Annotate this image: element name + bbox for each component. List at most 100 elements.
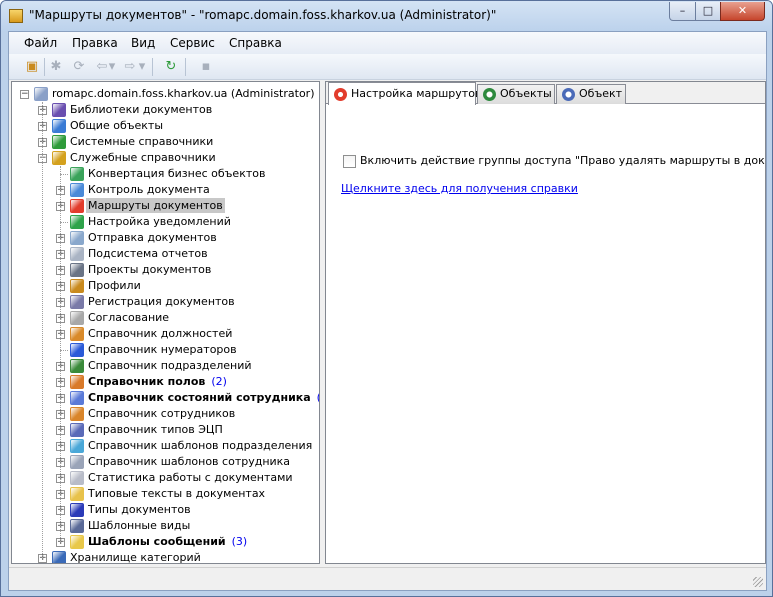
tree-item-label: Конвертация бизнес объектов [86, 166, 267, 181]
tree-item-text: Настройка уведомлений [88, 215, 231, 228]
doc-types-icon [70, 503, 84, 517]
tree-item[interactable]: + Профили [12, 278, 319, 294]
maximize-button[interactable]: □ [695, 2, 721, 21]
tree-item-text: Справочник нумераторов [88, 343, 237, 356]
objects-icon [52, 119, 66, 133]
tree-item-label: Справочник полов (2) [86, 374, 229, 389]
minimize-button[interactable]: – [669, 2, 696, 21]
save-icon[interactable]: ▪ [197, 58, 215, 76]
tree-item[interactable]: + Справочник сотрудников [12, 406, 319, 422]
dept-templates-icon [70, 439, 84, 453]
menu-edit[interactable]: Правка [72, 36, 118, 50]
tree-item[interactable]: + Библиотеки документов [12, 102, 319, 118]
tree-item[interactable]: +Справочник состояний сотрудника(3) [12, 390, 319, 406]
tree-item[interactable]: + Хранилище категорий [12, 550, 319, 563]
help-link[interactable]: Щелкните здесь для получения справки [341, 182, 578, 195]
tree-item[interactable]: + Типы документов [12, 502, 319, 518]
tree-item[interactable]: + Проекты документов [12, 262, 319, 278]
route-settings-panel: Включить действие группы доступа "Право … [326, 105, 765, 563]
toolbar: ▣ ✱ ⟳ ⇦ ▾ ⇨ ▾ ↻ ▪ [9, 54, 766, 80]
tree-item[interactable]: + Справочник полов (2) [12, 374, 319, 390]
tree-item[interactable]: + Маршруты документов [12, 198, 319, 214]
reload-icon[interactable]: ↻ [162, 58, 180, 76]
tab-objects[interactable]: Объекты [477, 84, 555, 104]
menu-help[interactable]: Справка [229, 36, 282, 50]
tree-item[interactable]: + Общие объекты [12, 118, 319, 134]
menu-service[interactable]: Сервис [170, 36, 215, 50]
tree-item-text: Справочник типов ЭЦП [88, 423, 223, 436]
tree-item[interactable]: + Справочник типов ЭЦП [12, 422, 319, 438]
collapse-toggle-icon[interactable]: − [20, 90, 29, 99]
toolbar-separator [152, 58, 153, 76]
tree-item[interactable]: + Статистика работы с документами [12, 470, 319, 486]
tree-item[interactable]: Справочник нумераторов [12, 342, 319, 358]
sync-disabled-icon[interactable]: ⟳ [70, 58, 88, 76]
register-icon [70, 295, 84, 309]
send-icon [70, 231, 84, 245]
approve-icon [70, 311, 84, 325]
notify-icon [70, 215, 84, 229]
tree-item-text: Отправка документов [88, 231, 217, 244]
tree-item[interactable]: − Служебные справочники [12, 150, 319, 166]
tree-connector [60, 166, 61, 542]
menu-file[interactable]: Файл [24, 36, 57, 50]
tree-item[interactable]: + Регистрация документов [12, 294, 319, 310]
refresh-disabled-icon[interactable]: ✱ [47, 58, 65, 76]
resize-grip-icon[interactable] [753, 577, 763, 587]
tree-item[interactable]: Настройка уведомлений [12, 214, 319, 230]
objects-tab-icon [483, 88, 496, 101]
route-settings-icon [334, 88, 347, 101]
tree-item[interactable]: + Согласование [12, 310, 319, 326]
tree-item-label: Профили [86, 278, 143, 293]
tree-item[interactable]: + Контроль документа [12, 182, 319, 198]
tree-item-text: Регистрация документов [88, 295, 235, 308]
navigation-tree[interactable]: − romapc.domain.foss.kharkov.ua (Administ… [11, 81, 320, 564]
close-button[interactable]: ✕ [720, 2, 765, 21]
tree-item[interactable]: + Системные справочники [12, 134, 319, 150]
signature-icon [70, 423, 84, 437]
tree-item-label: Проекты документов [86, 262, 213, 277]
tree-item[interactable]: + Справочник должностей [12, 326, 319, 342]
tree-item[interactable]: + Типовые тексты в документах [12, 486, 319, 502]
tree-item-text: Справочник шаблонов сотрудника [88, 455, 291, 468]
numerators-icon [70, 343, 84, 357]
tree-item[interactable]: + Справочник шаблонов сотрудника [12, 454, 319, 470]
tree-item[interactable]: + Справочник подразделений [12, 358, 319, 374]
tab-object[interactable]: Объект [556, 84, 626, 104]
tree-item-label: Справочник состояний сотрудника(3) [86, 390, 319, 405]
tree-connector [60, 174, 68, 175]
tree-item-label: Подсистема отчетов [86, 246, 210, 261]
enable-group-checkbox-label[interactable]: Включить действие группы доступа "Право … [360, 154, 765, 167]
tree-item-text: Справочник шаблонов подразделения [88, 439, 313, 452]
folder-open-icon[interactable]: ▣ [23, 58, 41, 76]
enable-group-checkbox[interactable] [343, 155, 356, 168]
tree-item-label: Маршруты документов [86, 198, 225, 213]
tree-item-text: Статистика работы с документами [88, 471, 293, 484]
menu-view[interactable]: Вид [131, 36, 155, 50]
tree-connector [42, 102, 43, 558]
tree-item-text: Типовые тексты в документах [88, 487, 266, 500]
object-gear-icon [562, 88, 575, 101]
tree-item[interactable]: + Шаблоны сообщений (3) [12, 534, 319, 550]
tree-item[interactable]: Конвертация бизнес объектов [12, 166, 319, 182]
tree-item-count: (3) [311, 391, 319, 404]
tree-item-label: Шаблонные виды [86, 518, 192, 533]
tree-item[interactable]: + Справочник шаблонов подразделения [12, 438, 319, 454]
tree-item-label: Типовые тексты в документах [86, 486, 267, 501]
genders-icon [70, 375, 84, 389]
tree-root[interactable]: − romapc.domain.foss.kharkov.ua (Administ… [12, 86, 319, 102]
tab-route-settings[interactable]: Настройка маршрутов [328, 82, 481, 105]
tab-objects-label: Объекты [500, 87, 552, 100]
tree-item-text: Конвертация бизнес объектов [88, 167, 266, 180]
server-icon [34, 87, 48, 101]
tree-item-label: Шаблоны сообщений (3) [86, 534, 249, 549]
forward-dropdown-icon[interactable]: ▾ [137, 58, 147, 76]
reports-icon [70, 247, 84, 261]
details-pane: Настройка маршрутов Объекты Объект Включ… [325, 81, 766, 564]
tree-item-label: Контроль документа [86, 182, 212, 197]
tree-item[interactable]: + Шаблонные виды [12, 518, 319, 534]
tree-item[interactable]: + Подсистема отчетов [12, 246, 319, 262]
title-bar[interactable]: "Маршруты документов" - "romapc.domain.f… [1, 1, 772, 31]
tree-item[interactable]: + Отправка документов [12, 230, 319, 246]
back-dropdown-icon[interactable]: ▾ [107, 58, 117, 76]
